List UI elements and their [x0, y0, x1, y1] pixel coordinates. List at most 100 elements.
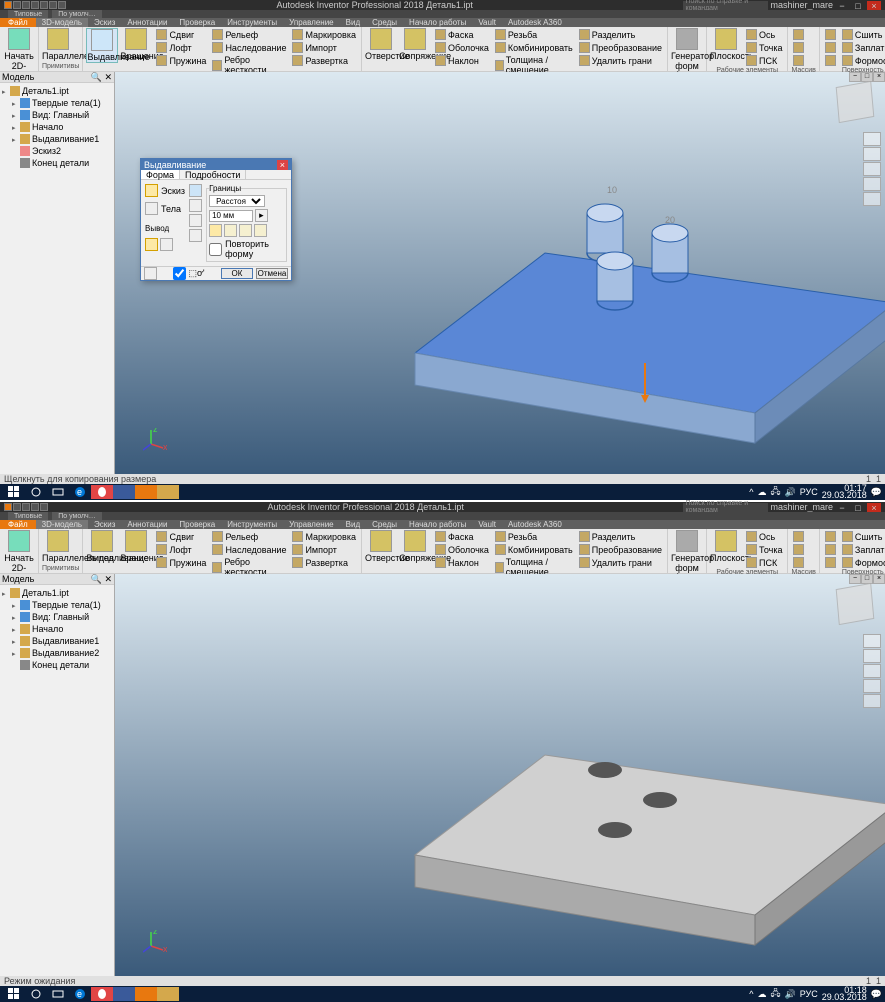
extend-button[interactable]: Формообр. [840, 54, 885, 67]
nav-pan-icon[interactable] [863, 162, 881, 176]
chamfer-button[interactable]: Фаска [433, 28, 491, 41]
tab-view[interactable]: Вид [340, 520, 366, 529]
sculpt-button[interactable] [823, 54, 838, 67]
tab-tools[interactable]: Инструменты [221, 18, 283, 27]
coil-button[interactable]: Пружина [154, 556, 208, 569]
dir-symmetric[interactable] [239, 224, 252, 237]
stitch-button[interactable] [823, 530, 838, 543]
tree-sketch2[interactable]: Эскиз2 [2, 145, 112, 157]
user-name[interactable]: mashiner_mare [770, 502, 833, 512]
hole-button[interactable]: Отверстие [365, 530, 397, 563]
derive-button[interactable]: Наследование [210, 543, 288, 556]
tab-environments[interactable]: Среды [366, 18, 403, 27]
material-tab[interactable]: По умолч… [52, 10, 101, 18]
qat-icon[interactable] [13, 1, 21, 9]
tab-a360[interactable]: Autodesk A360 [502, 520, 568, 529]
point-button[interactable]: Точка [744, 543, 784, 556]
distance-input[interactable] [209, 210, 253, 222]
cortana-icon[interactable] [25, 485, 47, 499]
nav-pan-icon[interactable] [863, 664, 881, 678]
dialog-close-icon[interactable]: × [277, 160, 288, 170]
tab-annotate[interactable]: Аннотации [121, 18, 173, 27]
import-button[interactable]: Импорт [290, 543, 358, 556]
appearance-tab[interactable]: Типовые [8, 10, 48, 18]
nav-orbit-icon[interactable] [863, 649, 881, 663]
tab-3dmodel[interactable]: 3D-модель [36, 520, 88, 529]
thread-button[interactable]: Резьба [493, 530, 575, 543]
dir-negative[interactable] [224, 224, 237, 237]
opera-icon[interactable] [91, 485, 113, 499]
tree-root[interactable]: ▸Деталь1.ipt [2, 85, 112, 97]
circpattern-button[interactable] [791, 41, 806, 54]
circpattern-button[interactable] [791, 543, 806, 556]
tree-root[interactable]: ▸Деталь1.ipt [2, 587, 112, 599]
sweep-button[interactable]: Сдвиг [154, 530, 208, 543]
tree-origin[interactable]: ▸Начало [2, 623, 112, 635]
output-solid[interactable] [145, 238, 158, 251]
chamfer-button[interactable]: Фаска [433, 530, 491, 543]
tree-bodies[interactable]: ▸Твердые тела(1) [2, 599, 112, 611]
tray-lang[interactable]: РУС [800, 989, 818, 999]
directedit-button[interactable]: Преобразование [577, 41, 664, 54]
fillet-button[interactable]: Сопряжение [399, 28, 431, 61]
solids-select[interactable]: Тела [145, 202, 185, 215]
box-button[interactable]: Параллелепипед [42, 28, 74, 61]
tray-volume-icon[interactable]: 🔊 [784, 487, 795, 498]
fillet-button[interactable]: Сопряжение [399, 530, 431, 563]
shapegen-button[interactable]: Генератор форм [671, 28, 703, 71]
more-tab[interactable]: Подробности [180, 170, 246, 179]
tree-extrude2[interactable]: ▸Выдавливание2 [2, 647, 112, 659]
revolve-button[interactable]: Вращение [120, 530, 152, 563]
stitch-button[interactable] [823, 28, 838, 41]
maximize-button[interactable]: □ [851, 503, 865, 512]
tray-volume-icon[interactable]: 🔊 [784, 989, 795, 1000]
model-browser[interactable]: Модель🔍 ✕ ▸Деталь1.ipt ▸Твердые тела(1) … [0, 574, 115, 976]
maximize-button[interactable]: □ [851, 1, 865, 10]
nav-lookat-icon[interactable] [863, 192, 881, 206]
edge-icon[interactable]: e [69, 485, 91, 499]
tab-sketch[interactable]: Эскиз [88, 18, 121, 27]
dir-positive[interactable] [209, 224, 222, 237]
nav-lookat-icon[interactable] [863, 694, 881, 708]
mirror-button[interactable] [791, 54, 806, 67]
qat-icon[interactable] [31, 503, 39, 511]
mirror-button[interactable] [791, 556, 806, 569]
browser-search-icon[interactable]: 🔍 ✕ [91, 574, 112, 585]
qat-icon[interactable] [22, 1, 30, 9]
qat-icon[interactable] [13, 503, 21, 511]
sweep-button[interactable]: Сдвиг [154, 28, 208, 41]
taskbar[interactable]: e ^ ☁ 🖧 🔊 РУС 01:1829.03.2018 💬 [0, 986, 885, 1002]
tray-up-icon[interactable]: ^ [749, 989, 753, 999]
qat-icon[interactable] [49, 1, 57, 9]
nav-orbit-icon[interactable] [863, 147, 881, 161]
tree-extrude1[interactable]: ▸Выдавливание1 [2, 635, 112, 647]
extrude-dialog[interactable]: Выдавливание× Форма Подробности Эскиз Те… [140, 158, 292, 281]
shapegen-button[interactable]: Генератор форм [671, 530, 703, 573]
viewcube[interactable] [836, 81, 875, 123]
ruled-button[interactable]: Сшить [840, 530, 885, 543]
shell-button[interactable]: Оболочка [433, 543, 491, 556]
help-search[interactable]: Поиск по справке и командам [683, 503, 768, 512]
decal-button[interactable]: Маркировка [290, 530, 358, 543]
tab-manage[interactable]: Управление [283, 18, 339, 27]
point-button[interactable]: Точка [744, 41, 784, 54]
shell-button[interactable]: Оболочка [433, 41, 491, 54]
tree-end[interactable]: Конец детали [2, 659, 112, 671]
trim-button[interactable]: Заплатка [840, 543, 885, 556]
derive-button[interactable]: Наследование [210, 41, 288, 54]
tree-bodies[interactable]: ▸Твердые тела(1) [2, 97, 112, 109]
tray-network-icon[interactable]: 🖧 [770, 986, 780, 1002]
deleteface-button[interactable]: Удалить грани [577, 556, 664, 569]
tab-annotate[interactable]: Аннотации [121, 520, 173, 529]
appearance-tab[interactable]: Типовые [8, 512, 48, 520]
tab-tools[interactable]: Инструменты [221, 520, 283, 529]
axis-button[interactable]: Ось [744, 28, 784, 41]
coil-button[interactable]: Пружина [154, 54, 208, 67]
rectpattern-button[interactable] [791, 28, 806, 41]
patch-button[interactable] [823, 41, 838, 54]
ok-button[interactable]: ОК [221, 268, 253, 279]
directedit-button[interactable]: Преобразование [577, 543, 664, 556]
axis-button[interactable]: Ось [744, 530, 784, 543]
cancel-button[interactable]: Отмена [256, 268, 288, 279]
draft-button[interactable]: Наклон [433, 54, 491, 67]
